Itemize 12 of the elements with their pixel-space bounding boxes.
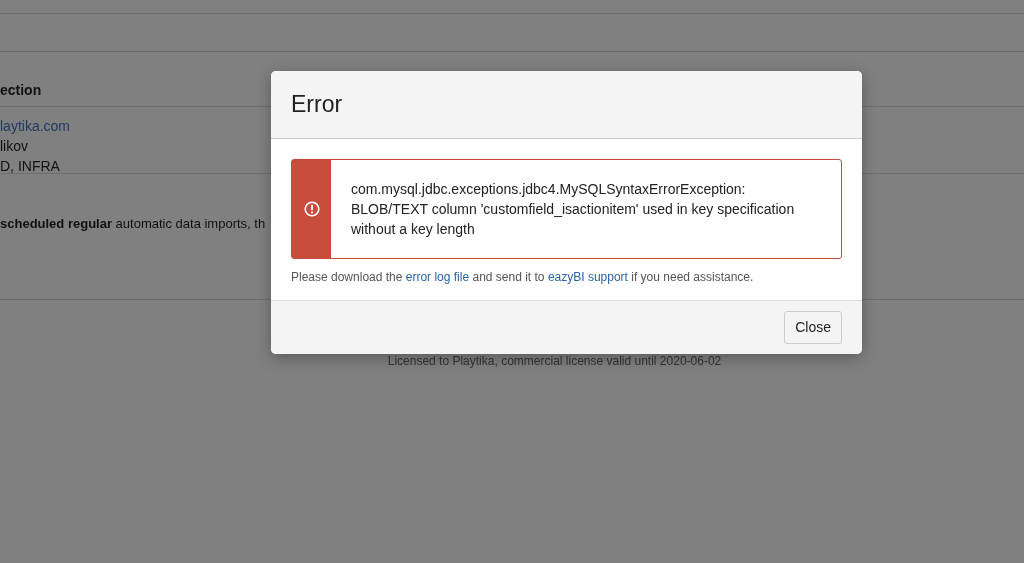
dialog-title: Error	[291, 91, 344, 119]
close-button[interactable]: Close	[784, 311, 842, 344]
license-text: Licensed to Playtika, commercial license valid until 2020-06-02	[387, 354, 722, 368]
warning-icon	[303, 201, 320, 217]
error-message: com.mysql.jdbc.exceptions.jdbc4.MySQLSyntaxErrorException: BLOB/TEXT column 'customfield_isactionitem' used in key specification without a key length	[351, 180, 796, 239]
detail-text: D, INFRA	[0, 157, 61, 176]
detail-text: likov	[0, 137, 29, 156]
description-text: scheduled regular automatic data imports, th	[0, 216, 266, 231]
section-heading: ection	[0, 82, 42, 98]
link[interactable]: eazyBI support	[547, 270, 628, 284]
link[interactable]: error log file	[405, 270, 470, 284]
help-text: Please download the error log file and send it to eazyBI support if you need assistance.	[291, 269, 755, 286]
